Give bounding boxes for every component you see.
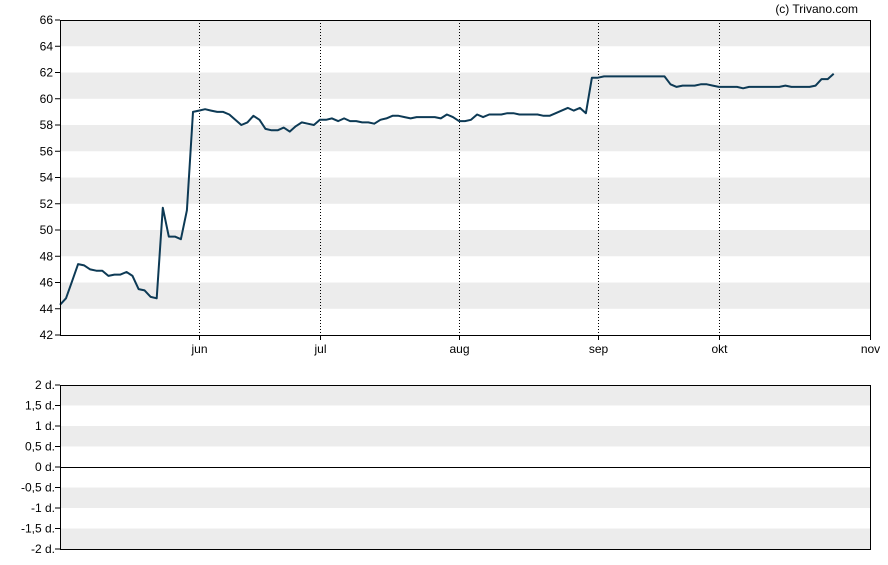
- y-tick-label: 46: [40, 276, 54, 290]
- price-chart: 42 44 46 48 50 52 54 56 58 60 62 64 66 jun jul aug sep o…: [40, 13, 881, 356]
- y-tick-label: 0,5 d.: [25, 440, 55, 454]
- y-tick-label: 42: [40, 328, 54, 342]
- y-tick-label: 0 d.: [35, 460, 55, 474]
- deviation-chart-y-axis: -2 d. -1,5 d. -1 d. -0,5 d. 0 d. 0,5 d. 1 d. 1,…: [21, 378, 60, 556]
- x-tick-label-jul: jul: [313, 342, 326, 356]
- y-tick-label: 58: [40, 118, 54, 132]
- y-tick-label: 60: [40, 92, 54, 106]
- y-tick-label: -1 d.: [31, 501, 55, 515]
- y-tick-label: 66: [40, 13, 54, 27]
- y-tick-label: 54: [40, 171, 54, 185]
- x-tick-label-okt: okt: [711, 342, 728, 356]
- price-chart-x-axis: jun jul aug sep okt nov: [190, 335, 880, 356]
- x-tick-label-sep: sep: [589, 342, 609, 356]
- band-56: [60, 125, 870, 152]
- y-tick-label: 44: [40, 302, 54, 316]
- band-44: [60, 282, 870, 309]
- y-tick-label: 1 d.: [35, 419, 55, 433]
- band-52: [60, 177, 870, 204]
- band-60: [60, 72, 870, 99]
- y-tick-label: 56: [40, 144, 54, 158]
- price-chart-bands: [60, 20, 870, 309]
- band-5: [60, 426, 870, 447]
- y-tick-label: 2 d.: [35, 378, 55, 392]
- y-tick-label: -0,5 d.: [21, 481, 55, 495]
- band-2: [60, 487, 870, 508]
- credit-label: (c) Trivano.com: [775, 2, 858, 16]
- x-tick-label-nov: nov: [861, 342, 880, 356]
- x-tick-label-jun: jun: [190, 342, 207, 356]
- y-tick-label: 62: [40, 66, 54, 80]
- band-64: [60, 20, 870, 47]
- y-tick-label: -2 d.: [31, 542, 55, 556]
- band-0: [60, 528, 870, 549]
- y-tick-label: 64: [40, 39, 54, 53]
- y-tick-label: 48: [40, 249, 54, 263]
- price-chart-y-axis: 42 44 46 48 50 52 54 56 58 60 62 64 66: [40, 13, 60, 342]
- band-7: [60, 385, 870, 406]
- y-tick-label: 1,5 d.: [25, 399, 55, 413]
- y-tick-label: 50: [40, 223, 54, 237]
- y-tick-label: 52: [40, 197, 54, 211]
- chart-canvas: (c) Trivano.com 42 44 46 48 50 52 54 56 58 60 62 64…: [21, 2, 881, 556]
- y-tick-label: -1,5 d.: [21, 522, 55, 536]
- deviation-chart: -2 d. -1,5 d. -1 d. -0,5 d. 0 d. 0,5 d. 1 d. 1,…: [21, 378, 871, 556]
- x-tick-label-aug: aug: [449, 342, 469, 356]
